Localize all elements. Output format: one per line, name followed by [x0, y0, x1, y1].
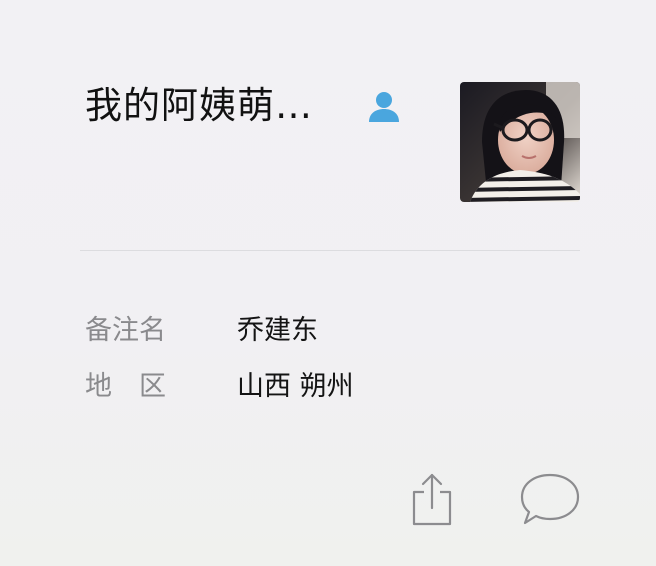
remark-value: 乔建东	[237, 315, 318, 346]
message-bubble-icon[interactable]	[518, 470, 582, 528]
person-icon[interactable]	[366, 89, 402, 123]
avatar[interactable]	[460, 82, 580, 202]
remark-label: 备注名	[85, 315, 166, 346]
region-label: 地 区	[85, 371, 166, 402]
profile-name: 我的阿姨萌…	[85, 84, 313, 127]
profile-card: 我的阿姨萌… 备注名 乔建东 地 区 山西 朔州	[0, 0, 656, 566]
share-icon[interactable]	[405, 470, 459, 528]
section-divider	[80, 250, 580, 251]
avatar-photo	[460, 82, 580, 202]
region-value: 山西 朔州	[237, 371, 354, 402]
remark-row: 备注名 乔建东	[85, 313, 535, 349]
region-row: 地 区 山西 朔州	[85, 369, 535, 405]
